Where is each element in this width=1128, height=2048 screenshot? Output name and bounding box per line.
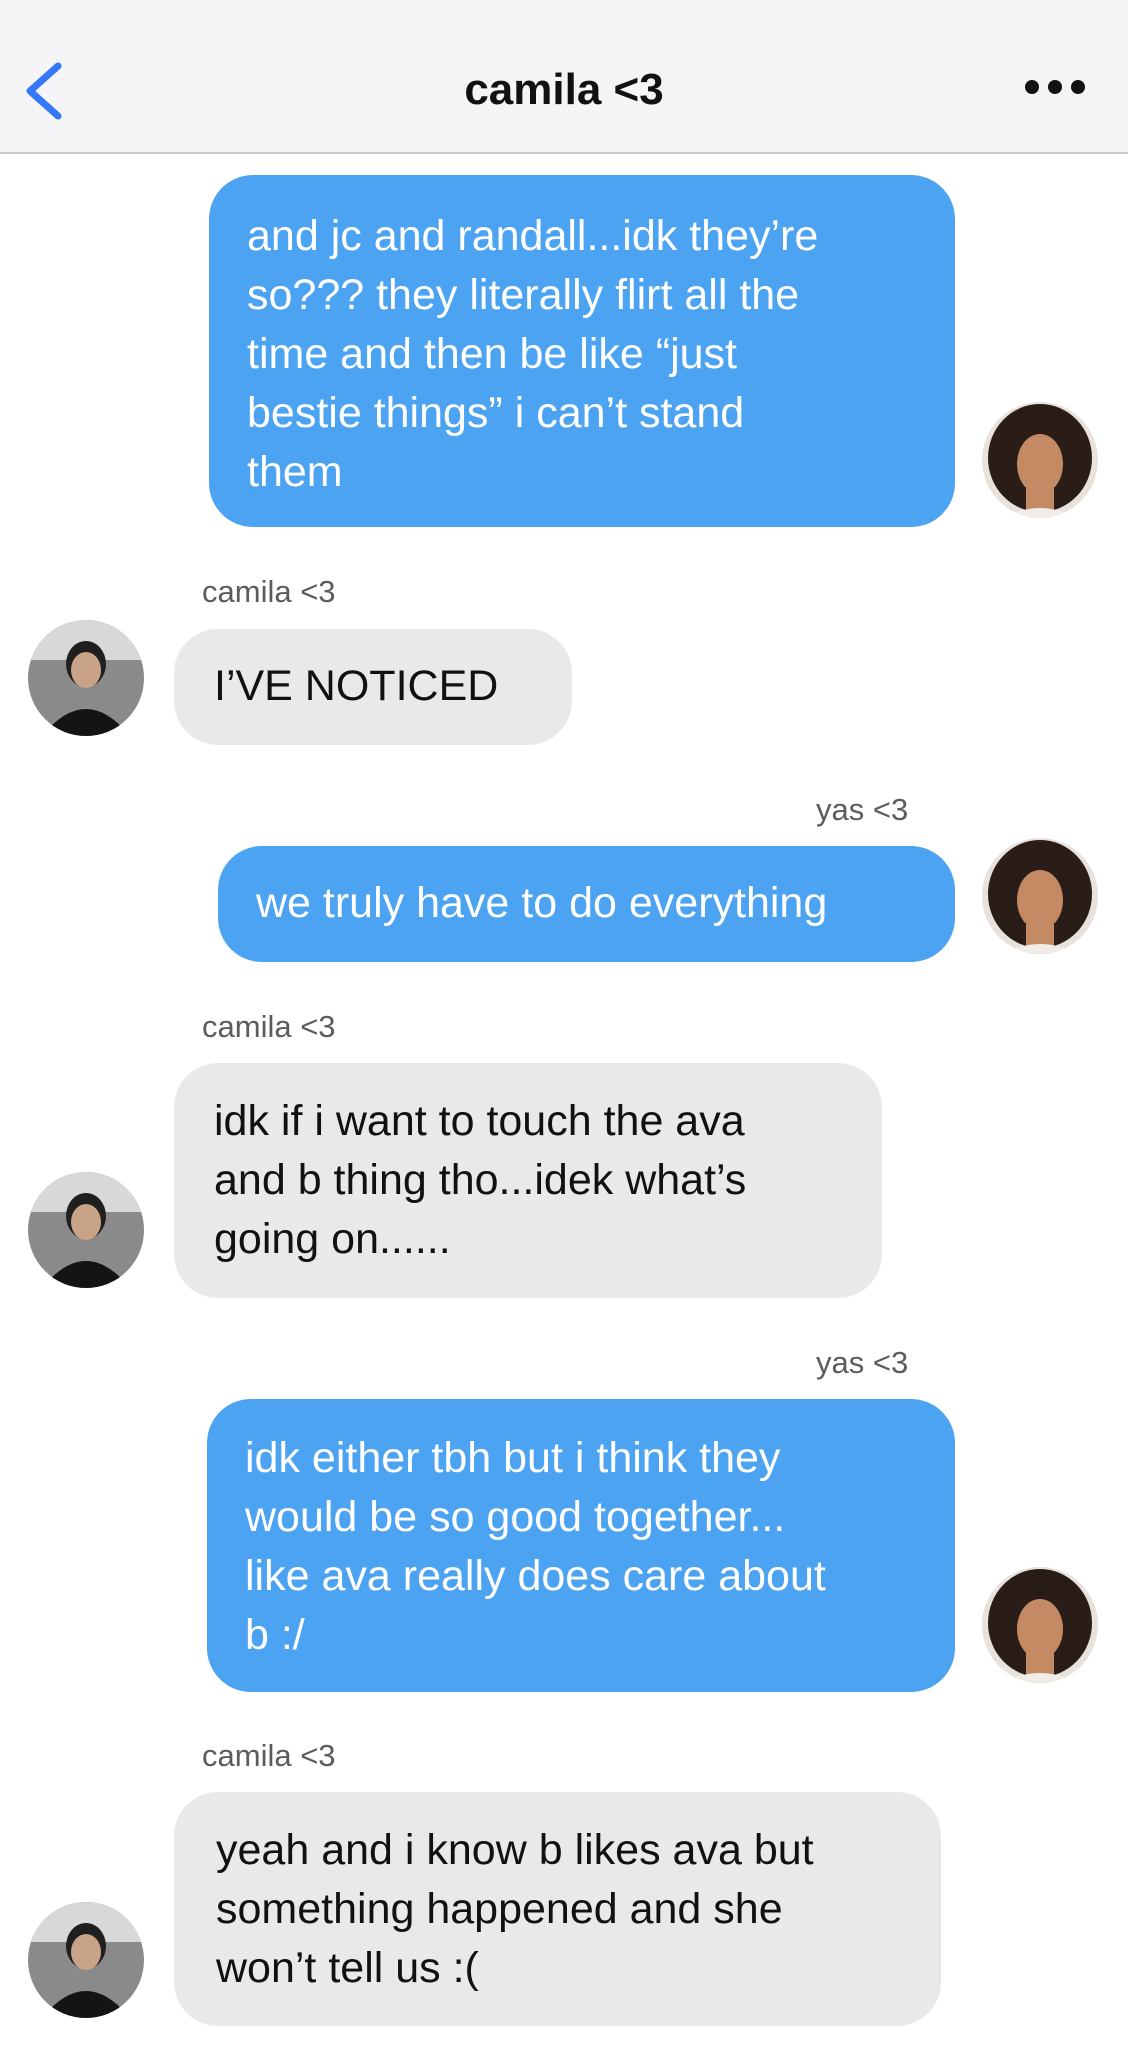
message-line: would be so good together... [245, 1493, 786, 1541]
message-line: time and then be like “just [247, 330, 737, 378]
message-line: idk either tbh but i think they [245, 1434, 781, 1482]
sender-name: camila <3 [202, 574, 336, 609]
sender-name: camila <3 [202, 1738, 336, 1773]
avatar-yas[interactable] [982, 1567, 1098, 1683]
message-line: won’t tell us :( [216, 1944, 479, 1992]
message-line: yeah and i know b likes ava but [216, 1826, 814, 1874]
avatar-yas[interactable] [982, 838, 1098, 954]
incoming-message-bubble[interactable]: I’VE NOTICED [174, 629, 572, 745]
avatar-curly-hair-icon [982, 838, 1098, 954]
sender-name: camila <3 [202, 1009, 336, 1044]
message-line: I’VE NOTICED [214, 662, 499, 710]
avatar-person-icon [28, 620, 144, 736]
incoming-message-bubble[interactable]: yeah and i know b likes ava but somethin… [174, 1792, 941, 2026]
message-line: going on...... [214, 1215, 451, 1263]
outgoing-message-bubble[interactable]: and jc and randall...idk they’re so??? t… [209, 175, 955, 527]
message-line: bestie things” i can’t stand [247, 389, 745, 437]
message-line: them [247, 448, 343, 496]
message-line: and b thing tho...idek what’s [214, 1156, 747, 1204]
avatar-person-icon [28, 1172, 144, 1288]
outgoing-message-bubble[interactable]: idk either tbh but i think they would be… [207, 1399, 955, 1692]
incoming-message-bubble[interactable]: idk if i want to touch the ava and b thi… [174, 1063, 882, 1298]
outgoing-message-bubble[interactable]: we truly have to do everything [218, 846, 955, 962]
chat-title: camila <3 [464, 65, 664, 114]
message-line: and jc and randall...idk they’re [247, 212, 819, 260]
avatar-yas[interactable] [982, 402, 1098, 518]
avatar-camila[interactable] [28, 1902, 144, 2018]
chat-screen: camila <3 and jc and randall...idk they’… [0, 0, 1128, 2048]
avatar-curly-hair-icon [982, 1567, 1098, 1683]
avatar-camila[interactable] [28, 1172, 144, 1288]
avatar-curly-hair-icon [982, 402, 1098, 518]
chat-header: camila <3 [0, 0, 1128, 154]
message-line: idk if i want to touch the ava [214, 1097, 745, 1145]
avatar-camila[interactable] [28, 620, 144, 736]
avatar-person-icon [28, 1902, 144, 2018]
ellipsis-icon [1025, 80, 1085, 94]
message-line: like ava really does care about [245, 1552, 826, 1600]
message-line: something happened and she [216, 1885, 783, 1933]
message-line: we truly have to do everything [256, 879, 828, 927]
message-line: b :/ [245, 1611, 305, 1659]
sender-name: yas <3 [816, 792, 909, 827]
sender-name: yas <3 [816, 1345, 909, 1380]
message-line: so??? they literally flirt all the [247, 271, 800, 319]
more-options-button[interactable] [1024, 76, 1086, 98]
